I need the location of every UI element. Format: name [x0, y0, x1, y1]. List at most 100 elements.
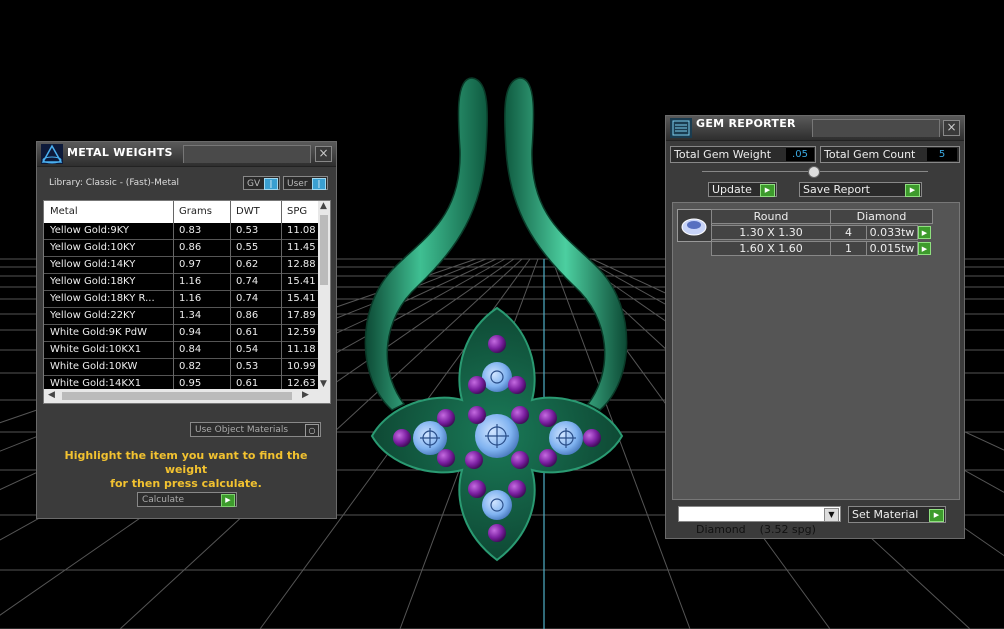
scroll-left-icon[interactable]: ◀	[48, 390, 55, 400]
cell-grams: 1.16	[179, 276, 202, 287]
vertical-scroll-thumb[interactable]	[320, 215, 328, 285]
horizontal-scrollbar[interactable]: ◀ ▶	[44, 389, 330, 403]
close-icon[interactable]: ×	[315, 146, 332, 162]
set-material-label: Set Material	[852, 508, 919, 521]
cell-grams: 0.94	[179, 327, 202, 338]
cell-spg: 15.41	[287, 276, 316, 287]
cell-spg: 10.99	[287, 361, 316, 372]
scroll-up-icon[interactable]: ▲	[320, 201, 327, 211]
scroll-down-icon[interactable]: ▼	[320, 379, 327, 389]
title-tab	[183, 145, 311, 163]
hint-line-2: for then press calculate.	[110, 477, 262, 490]
cell-metal: White Gold:14KX1	[50, 378, 142, 389]
cell-metal: Yellow Gold:18KY	[50, 276, 136, 287]
table-row[interactable]: Yellow Gold:9KY 0.83 0.53 11.08	[44, 223, 318, 240]
splitter-slider[interactable]	[702, 166, 928, 178]
cell-spg: 17.89	[287, 310, 316, 321]
gem-reporter-titlebar[interactable]: GEM REPORTER ×	[666, 116, 964, 141]
column-divider	[230, 201, 231, 403]
splitter-handle[interactable]	[808, 166, 820, 178]
cell-grams: 0.82	[179, 361, 202, 372]
play-arrow-icon[interactable]: ▶	[918, 242, 931, 255]
cell-spg: 12.63	[287, 378, 316, 389]
cell-metal: White Gold:10KX1	[50, 344, 142, 355]
table-row[interactable]: White Gold:9K PdW 0.94 0.61 12.59	[44, 325, 318, 342]
table-row[interactable]: Yellow Gold:10KY 0.86 0.55 11.45	[44, 240, 318, 257]
total-gem-weight-label: Total Gem Weight	[674, 148, 772, 161]
pendant-model[interactable]	[364, 77, 628, 562]
toggle-knob-icon: |	[264, 178, 278, 190]
hint-text: Highlight the item you want to find the …	[45, 449, 327, 491]
calculate-label: Calculate	[142, 495, 185, 505]
close-icon[interactable]: ×	[943, 120, 960, 136]
table-row[interactable]: White Gold:10KX1 0.84 0.54 11.18	[44, 342, 318, 359]
gem-count-cell: 1	[830, 241, 867, 256]
cell-grams: 1.34	[179, 310, 202, 321]
user-toggle-label: User	[287, 179, 308, 189]
cell-metal: Yellow Gold:10KY	[50, 242, 136, 253]
gem-reporter-logo-icon	[670, 118, 692, 138]
cell-grams: 0.95	[179, 378, 202, 389]
use-object-materials-option[interactable]: Use Object Materials ○	[190, 422, 321, 437]
cell-dwt: 0.74	[236, 276, 259, 287]
table-row[interactable]: Yellow Gold:18KY R... 1.16 0.74 15.41	[44, 291, 318, 308]
total-gem-count-field: Total Gem Count 5	[820, 146, 960, 163]
cell-grams: 0.84	[179, 344, 202, 355]
cell-grams: 0.86	[179, 242, 202, 253]
table-row[interactable]: Yellow Gold:22KY 1.34 0.86 17.89	[44, 308, 318, 325]
column-header-dwt[interactable]: DWT	[236, 206, 260, 217]
cell-metal: Yellow Gold:14KY	[50, 259, 136, 270]
metal-table-rows: Yellow Gold:9KY 0.83 0.53 11.08 Yellow Gold:…	[44, 223, 318, 403]
triangle-logo-icon	[41, 144, 63, 164]
column-divider	[173, 201, 174, 403]
cell-metal: Yellow Gold:22KY	[50, 310, 136, 321]
gem-weight-cell: 0.015tw	[866, 241, 918, 256]
cell-dwt: 0.74	[236, 293, 259, 304]
play-arrow-icon: ▶	[760, 184, 775, 197]
table-row[interactable]: Yellow Gold:18KY 1.16 0.74 15.41	[44, 274, 318, 291]
calculate-button[interactable]: Calculate ▶	[137, 492, 237, 507]
save-report-button[interactable]: Save Report ▶	[799, 182, 922, 197]
user-toggle[interactable]: User |	[283, 176, 328, 190]
metal-weights-title: METAL WEIGHTS	[67, 146, 173, 159]
column-header-metal[interactable]: Metal	[50, 206, 78, 217]
material-select-value: Diamond (3.52 spg)	[696, 523, 816, 536]
cell-dwt: 0.62	[236, 259, 259, 270]
table-row[interactable]: White Gold:10KW 0.82 0.53 10.99	[44, 359, 318, 376]
play-arrow-icon: ▶	[929, 509, 944, 522]
update-button[interactable]: Update ▶	[708, 182, 777, 197]
column-header-grams[interactable]: Grams	[179, 206, 212, 217]
gem-size-cell: 1.30 X 1.30	[711, 225, 831, 240]
metal-table-header: Metal Grams DWT SPG	[44, 201, 318, 223]
gem-thumbnail-icon[interactable]	[677, 209, 712, 242]
gv-toggle[interactable]: GV |	[243, 176, 280, 190]
table-row[interactable]: Yellow Gold:14KY 0.97 0.62 12.88	[44, 257, 318, 274]
gem-reporter-panel: GEM REPORTER × Total Gem Weight .05 Tota…	[665, 115, 965, 539]
dropdown-arrow-icon[interactable]: ▼	[824, 508, 839, 522]
gem-count-cell: 4	[830, 225, 867, 240]
diamond-round-icon	[681, 218, 707, 236]
cell-spg: 15.41	[287, 293, 316, 304]
cell-grams: 1.16	[179, 293, 202, 304]
play-arrow-icon: ▶	[221, 494, 235, 507]
gem-list-area[interactable]: Round Diamond 1.30 X 1.30 4 0.033tw ▶ 1.60 X…	[672, 202, 960, 500]
cell-grams: 0.83	[179, 225, 202, 236]
option-toggle-icon: ○	[305, 424, 319, 437]
cell-spg: 11.08	[287, 225, 316, 236]
gem-reporter-title: GEM REPORTER	[696, 117, 796, 130]
cell-metal: White Gold:10KW	[50, 361, 138, 372]
set-material-button[interactable]: Set Material ▶	[848, 506, 946, 523]
column-header-spg[interactable]: SPG	[287, 206, 307, 217]
cell-dwt: 0.61	[236, 378, 259, 389]
cell-grams: 0.97	[179, 259, 202, 270]
metal-weights-titlebar[interactable]: METAL WEIGHTS ×	[37, 142, 336, 167]
play-arrow-icon[interactable]: ▶	[918, 226, 931, 239]
horizontal-scroll-thumb[interactable]	[62, 392, 292, 400]
metal-table[interactable]: Metal Grams DWT SPG Yellow Gold:9KY 0.83 0…	[43, 200, 331, 404]
vertical-scrollbar[interactable]: ▲ ▼	[318, 201, 330, 389]
cell-dwt: 0.53	[236, 225, 259, 236]
cell-dwt: 0.55	[236, 242, 259, 253]
material-select[interactable]: Diamond (3.52 spg) ▼	[678, 506, 841, 536]
cell-spg: 11.18	[287, 344, 316, 355]
scroll-right-icon[interactable]: ▶	[302, 390, 309, 400]
